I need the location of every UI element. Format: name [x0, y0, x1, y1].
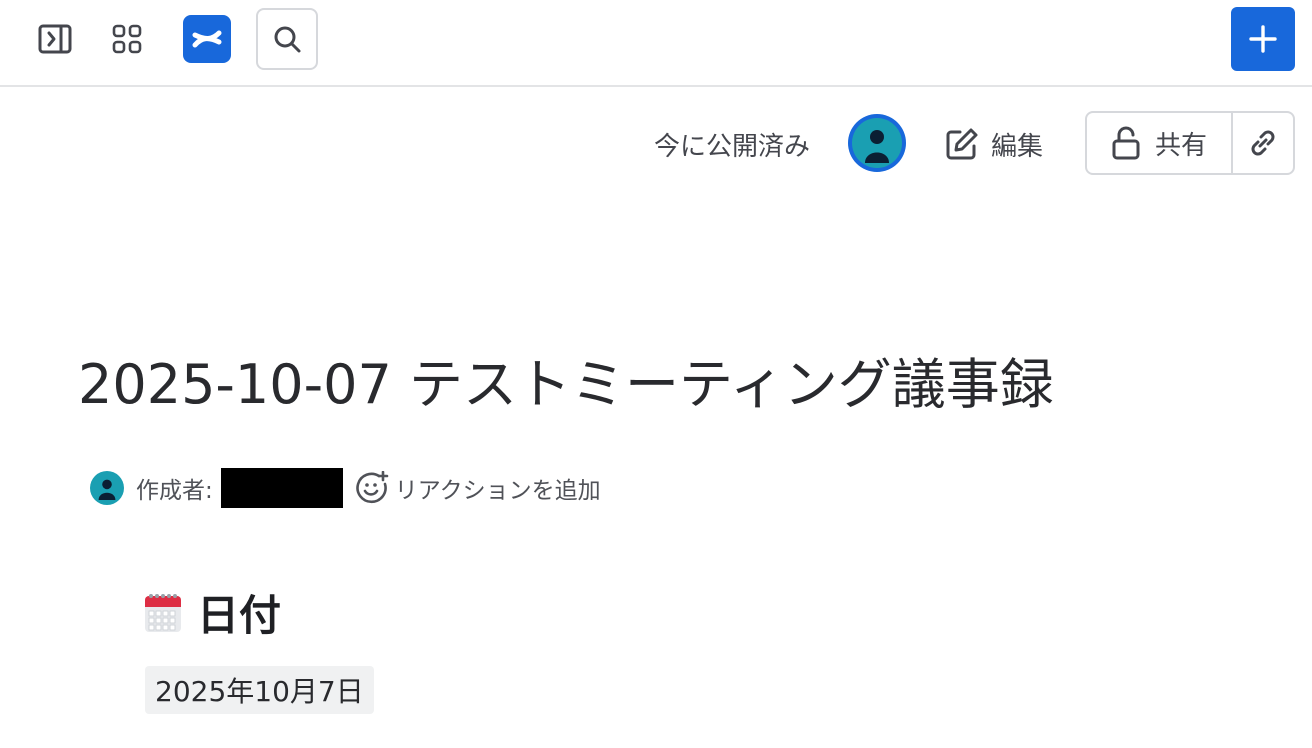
- date-lozenge[interactable]: 2025年10月7日: [145, 666, 374, 714]
- share-button[interactable]: 共有: [1087, 113, 1233, 173]
- confluence-logo-icon: [192, 30, 222, 48]
- search-icon: [274, 26, 301, 53]
- calendar-icon: [145, 594, 181, 632]
- author-label: 作成者:: [136, 478, 213, 504]
- section-heading: 日付: [143, 582, 281, 642]
- author-avatar[interactable]: [90, 471, 124, 505]
- share-button-group: 共有: [1085, 111, 1295, 175]
- unlock-icon: [1112, 126, 1140, 160]
- sidebar-toggle-button[interactable]: [24, 8, 86, 70]
- sidebar-expand-icon: [38, 24, 72, 54]
- link-icon: [1251, 130, 1275, 156]
- page-byline: 作成者: リアクションを追加: [90, 466, 601, 510]
- owner-avatar[interactable]: [848, 114, 906, 172]
- edit-button[interactable]: 編集: [945, 114, 1043, 174]
- app-switcher-icon: [112, 24, 142, 54]
- top-navigation-bar: [0, 0, 1312, 87]
- section-heading-text: 日付: [197, 590, 282, 640]
- pencil-icon: [946, 128, 978, 160]
- copy-link-button[interactable]: [1233, 113, 1293, 173]
- share-label: 共有: [1154, 130, 1207, 161]
- page-title: 2025-10-07 テストミーティング議事録: [78, 353, 1054, 416]
- confluence-logo[interactable]: [183, 15, 231, 63]
- create-button[interactable]: [1231, 7, 1295, 71]
- redacted-author-name: [220, 468, 343, 508]
- add-reaction-icon: [356, 471, 389, 504]
- search-button[interactable]: [256, 8, 318, 70]
- add-reaction-button[interactable]: リアクションを追加: [355, 471, 601, 505]
- published-status: 今に公開済み: [654, 131, 811, 162]
- plus-icon: [1249, 25, 1277, 53]
- app-switcher-button[interactable]: [96, 8, 158, 70]
- add-reaction-label: リアクションを追加: [394, 478, 601, 504]
- edit-label: 編集: [991, 131, 1044, 162]
- user-icon: [98, 479, 116, 500]
- user-icon: [865, 130, 889, 163]
